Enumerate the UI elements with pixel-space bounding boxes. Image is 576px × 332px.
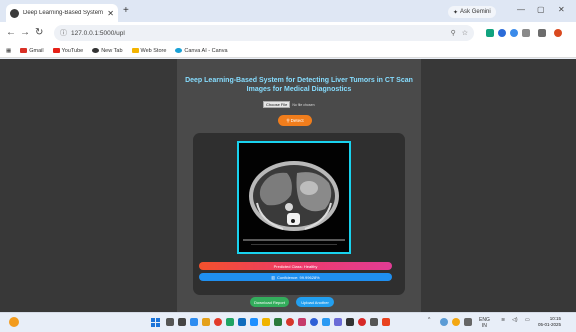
- apps-grid-icon[interactable]: ▦: [6, 48, 11, 54]
- browser-tab[interactable]: Deep Learning-Based System f ✕: [6, 4, 118, 22]
- tab-close-icon[interactable]: ✕: [107, 9, 114, 18]
- upload-another-button[interactable]: Upload Another: [296, 297, 334, 307]
- taskbar-app-icon[interactable]: [334, 318, 342, 326]
- new-tab-button[interactable]: +: [123, 5, 129, 16]
- tray-app-icon[interactable]: [440, 318, 448, 326]
- back-arrow-icon[interactable]: ←: [6, 27, 16, 38]
- extension-icon[interactable]: [510, 29, 518, 37]
- taskbar-app-icon[interactable]: [346, 318, 354, 326]
- forward-arrow-icon[interactable]: →: [20, 27, 30, 38]
- taskbar: ^ ENG IN ≋ ◁) ▭ 10:15 05-01-2025: [0, 312, 576, 332]
- search-icon[interactable]: [166, 318, 174, 326]
- taskbar-app-icon[interactable]: [202, 318, 210, 326]
- address-bar[interactable]: ⓘ 127.0.0.1:5000/upl ⚲ ☆: [54, 25, 474, 41]
- file-input[interactable]: Choose File No file chosen: [263, 101, 315, 108]
- bookmark-item[interactable]: Gmail: [20, 47, 44, 54]
- tab-favicon-icon: [10, 8, 19, 18]
- gmail-icon: [20, 48, 28, 53]
- browser-toolbar: ← → ↻ ⓘ 127.0.0.1:5000/upl ⚲ ☆: [0, 22, 576, 44]
- taskbar-app-icon[interactable]: [358, 318, 366, 326]
- bookmark-item[interactable]: Canva AI - Canva: [175, 47, 228, 54]
- profile-avatar-icon[interactable]: [554, 29, 562, 37]
- maximize-icon[interactable]: ▢: [537, 5, 545, 14]
- result-panel: Predicted Class: Healthy ▥ Confidence: 9…: [193, 133, 405, 295]
- url-text: 127.0.0.1:5000/upl: [71, 29, 125, 37]
- taskbar-app-icon[interactable]: [226, 318, 234, 326]
- tray-app-icon[interactable]: [452, 318, 460, 326]
- canva-icon: [175, 48, 183, 53]
- bookmark-item[interactable]: Web Store: [131, 47, 167, 54]
- taskbar-app-icon[interactable]: [274, 318, 282, 326]
- detect-label: Detect: [290, 118, 304, 123]
- ask-gemini-label: Ask Gemini: [460, 9, 491, 15]
- youtube-icon: [52, 48, 60, 53]
- detect-button[interactable]: ⚲ Detect: [278, 115, 312, 126]
- page-title: Deep Learning-Based System for Detecting…: [185, 77, 413, 93]
- taskbar-app-icon[interactable]: [262, 318, 270, 326]
- page-viewport: Deep Learning-Based System for Detecting…: [0, 59, 576, 312]
- bookmarks-bar: ▦ Gmail YouTube New Tab Web Store Canva …: [0, 44, 576, 58]
- chrome-icon[interactable]: [286, 318, 294, 326]
- site-info-icon[interactable]: ⓘ: [60, 28, 67, 38]
- system-clock[interactable]: 10:15 05-01-2025: [538, 316, 561, 328]
- taskbar-app-icon[interactable]: [322, 318, 330, 326]
- tray-app-icon[interactable]: [464, 318, 472, 326]
- taskbar-app-icon[interactable]: [298, 318, 306, 326]
- task-view-icon[interactable]: [178, 318, 186, 326]
- weather-widget-icon[interactable]: [9, 317, 19, 327]
- bookmark-star-icon[interactable]: ☆: [462, 29, 468, 37]
- ct-scan-svg: [239, 143, 349, 252]
- bookmark-item[interactable]: YouTube: [52, 47, 84, 54]
- wifi-icon[interactable]: ≋: [501, 317, 505, 323]
- volume-icon[interactable]: ◁): [512, 317, 518, 323]
- bookmark-label: Canva AI - Canva: [184, 47, 228, 54]
- download-report-button[interactable]: Download Report: [250, 297, 289, 307]
- search-icon: ⚲: [286, 117, 290, 123]
- browser-tab-strip: Deep Learning-Based System f ✕ + ✦ Ask G…: [0, 0, 576, 22]
- extension-icon[interactable]: [498, 29, 506, 37]
- web-store-icon: [131, 48, 139, 53]
- prediction-text: Predicted Class: Healthy: [273, 263, 318, 269]
- tab-title: Deep Learning-Based System f: [23, 10, 105, 16]
- taskbar-app-icon[interactable]: [310, 318, 318, 326]
- language-region: IN: [481, 323, 487, 329]
- bookmark-label: Web Store: [140, 47, 167, 54]
- side-panel-icon[interactable]: [538, 29, 546, 37]
- taskbar-app-icon[interactable]: [370, 318, 378, 326]
- confidence-bar: ▥ Confidence: 99.99628%: [199, 273, 392, 281]
- extensions-puzzle-icon[interactable]: [522, 29, 530, 37]
- zoom-icon[interactable]: ⚲: [451, 29, 456, 37]
- bookmark-label: YouTube: [61, 47, 84, 54]
- confidence-text: Confidence: 99.99628%: [277, 274, 320, 280]
- bookmark-label: Gmail: [29, 47, 44, 54]
- app-card: Deep Learning-Based System for Detecting…: [177, 59, 421, 312]
- battery-icon[interactable]: ▭: [525, 317, 530, 323]
- ask-gemini-button[interactable]: ✦ Ask Gemini: [448, 6, 496, 18]
- extension-icon[interactable]: [486, 29, 494, 37]
- ct-scan-image: [237, 141, 351, 254]
- new-tab-icon: [92, 48, 100, 53]
- close-window-icon[interactable]: ✕: [558, 5, 565, 14]
- bookmark-label: New Tab: [101, 47, 123, 54]
- windows-start-icon[interactable]: [151, 318, 160, 327]
- choose-file-button[interactable]: Choose File: [263, 101, 291, 108]
- prediction-bar: Predicted Class: Healthy: [199, 262, 392, 270]
- reload-icon[interactable]: ↻: [35, 27, 43, 38]
- tray-chevron-icon[interactable]: ^: [428, 317, 430, 323]
- taskbar-app-icon[interactable]: [214, 318, 222, 326]
- taskbar-app-icon[interactable]: [190, 318, 198, 326]
- taskbar-app-icon[interactable]: [250, 318, 258, 326]
- taskbar-app-icon[interactable]: [238, 318, 246, 326]
- minimize-icon[interactable]: —: [517, 5, 525, 14]
- bookmark-item[interactable]: New Tab: [92, 47, 123, 54]
- language-indicator[interactable]: ENG IN: [479, 317, 490, 329]
- gemini-icon: ✦: [453, 9, 459, 16]
- clock-date: 05-01-2025: [538, 322, 562, 327]
- file-name-text: No file chosen: [292, 102, 315, 107]
- taskbar-app-icon[interactable]: [382, 318, 390, 326]
- chart-icon: ▥: [271, 274, 276, 280]
